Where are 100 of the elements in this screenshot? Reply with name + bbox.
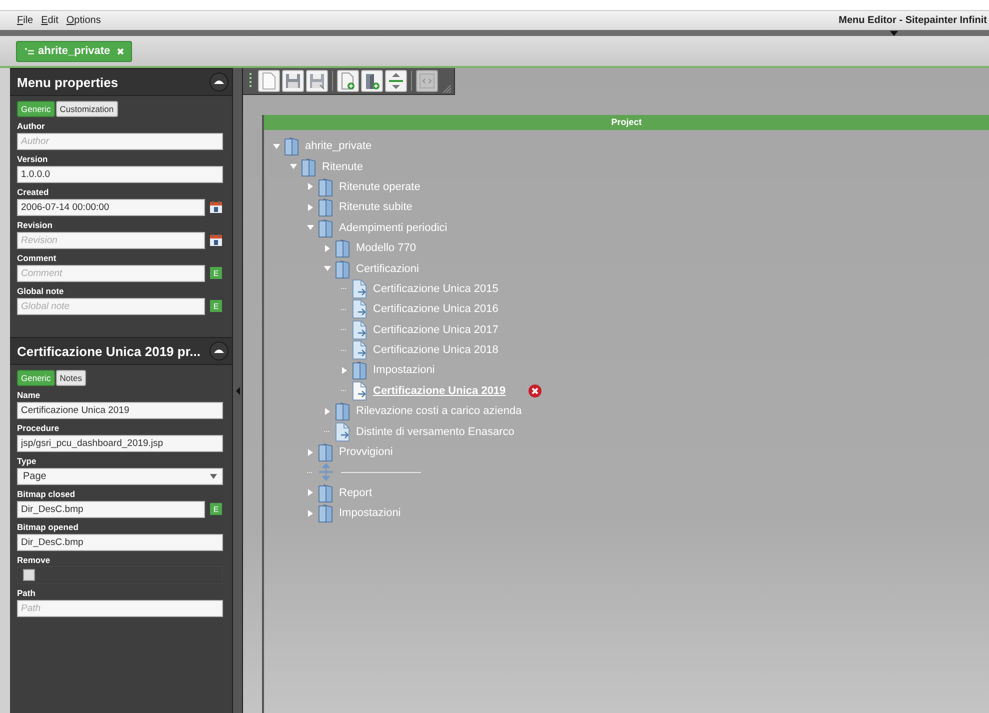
expanded-arrow-icon[interactable] bbox=[273, 142, 280, 150]
calendar-icon[interactable] bbox=[210, 201, 222, 213]
edit-button[interactable]: E bbox=[210, 503, 222, 515]
save-icon[interactable] bbox=[306, 70, 328, 92]
close-icon[interactable] bbox=[117, 48, 124, 54]
tree-item[interactable]: Certificazione Unica 2019 bbox=[373, 384, 506, 397]
tree-item[interactable]: Ritenute subite bbox=[339, 201, 412, 214]
tree-icon bbox=[25, 48, 34, 54]
page-icon bbox=[351, 299, 368, 320]
tree-item[interactable]: Certificazione Unica 2017 bbox=[373, 324, 498, 336]
folder-icon bbox=[334, 401, 351, 422]
grip-icon[interactable] bbox=[249, 73, 252, 89]
input-field[interactable]: Revision bbox=[17, 232, 205, 248]
resize-grip-icon[interactable] bbox=[443, 85, 451, 93]
tree-item[interactable]: Distinte di versamento Enasarco bbox=[356, 426, 514, 438]
tree-item[interactable]: ahrite_private bbox=[305, 140, 372, 152]
page-icon bbox=[334, 422, 351, 442]
add-folder-icon[interactable] bbox=[361, 70, 383, 92]
folder-icon bbox=[317, 503, 334, 524]
calendar-icon[interactable] bbox=[210, 234, 222, 246]
panel-header: Project bbox=[264, 115, 989, 130]
menu-item[interactable]: Options bbox=[66, 15, 101, 26]
input-field[interactable]: Comment bbox=[17, 264, 205, 282]
caret-icon[interactable] bbox=[210, 474, 217, 478]
folder-icon bbox=[334, 258, 351, 279]
code-icon[interactable] bbox=[416, 70, 438, 92]
input-field[interactable]: 2006-07-14 00:00:00 bbox=[17, 198, 205, 216]
input-field[interactable]: Certificazione Unica 2019 bbox=[17, 402, 223, 418]
checkbox[interactable] bbox=[23, 569, 35, 581]
tab[interactable]: Generic bbox=[17, 101, 55, 117]
folder-icon bbox=[317, 442, 334, 462]
field-label: Comment bbox=[17, 253, 58, 264]
add-page-icon[interactable] bbox=[337, 70, 359, 92]
tree-item[interactable]: Adempimenti periodici bbox=[339, 222, 448, 234]
separator-icon[interactable] bbox=[385, 70, 407, 92]
field-label: Bitmap closed bbox=[17, 489, 76, 500]
input-field[interactable]: Path bbox=[17, 600, 223, 616]
delete-icon[interactable] bbox=[528, 384, 542, 398]
input-field[interactable]: Dir_DesC.bmp bbox=[17, 500, 205, 518]
tree-item[interactable]: Certificazione Unica 2018 bbox=[373, 344, 498, 356]
new-document-icon[interactable] bbox=[258, 70, 280, 92]
tree-item[interactable]: Provvigioni bbox=[339, 446, 393, 458]
tree-item[interactable]: Impostazioni bbox=[373, 364, 435, 376]
tab[interactable]: Generic bbox=[17, 370, 55, 386]
tab[interactable]: Notes bbox=[56, 370, 86, 386]
collapsed-arrow-icon[interactable] bbox=[307, 448, 314, 456]
save-icon[interactable] bbox=[282, 70, 304, 92]
dropdown[interactable]: Page bbox=[17, 468, 223, 484]
tree-item[interactable]: Modello 770 bbox=[356, 242, 416, 254]
field-label: Type bbox=[17, 456, 38, 467]
input-field[interactable]: jsp/gsri_pcu_dashboard_2019.jsp bbox=[17, 434, 223, 452]
field-label: Global note bbox=[17, 286, 65, 297]
input-field[interactable]: 1.0.0.0 bbox=[17, 166, 223, 182]
page-icon bbox=[351, 278, 368, 299]
document-tab[interactable]: ahrite_private bbox=[16, 40, 132, 62]
collapse-icon[interactable] bbox=[209, 72, 229, 92]
page-icon bbox=[351, 340, 368, 360]
folder-icon bbox=[351, 360, 368, 380]
collapsed-arrow-icon[interactable] bbox=[307, 204, 314, 211]
tree-item[interactable]: Rilevazione costi a carico azienda bbox=[356, 405, 522, 418]
field-label: Procedure bbox=[17, 423, 60, 434]
caret-icon[interactable] bbox=[236, 386, 240, 394]
tree-item[interactable]: Impostazioni bbox=[339, 507, 401, 520]
field-label: Version bbox=[17, 154, 49, 165]
menu-item[interactable]: File bbox=[17, 15, 34, 26]
input-field[interactable]: Global note bbox=[17, 298, 205, 314]
tree-item[interactable]: Report bbox=[339, 486, 372, 499]
menu-item[interactable]: Edit bbox=[41, 15, 58, 26]
expanded-arrow-icon[interactable] bbox=[307, 224, 314, 232]
edit-button[interactable]: E bbox=[210, 300, 222, 312]
folder-icon bbox=[334, 238, 351, 258]
panel-title: Certificazione Unica 2019 pr... bbox=[17, 344, 201, 358]
tree-item[interactable]: Ritenute bbox=[322, 160, 363, 173]
collapsed-arrow-icon[interactable] bbox=[307, 183, 314, 190]
field-label: Name bbox=[17, 390, 42, 401]
tree-item[interactable]: Ritenute operate bbox=[339, 180, 420, 193]
edit-button[interactable]: E bbox=[210, 267, 222, 279]
collapsed-arrow-icon[interactable] bbox=[307, 489, 314, 496]
folder-icon bbox=[283, 136, 300, 156]
collapsed-arrow-icon[interactable] bbox=[324, 408, 331, 415]
folder-icon bbox=[317, 218, 334, 238]
tree-item[interactable]: Certificazione Unica 2015 bbox=[373, 282, 498, 295]
field-label: Path bbox=[17, 588, 36, 599]
tree-item[interactable]: Certificazione Unica 2016 bbox=[373, 303, 498, 316]
collapsed-arrow-icon[interactable] bbox=[324, 244, 331, 252]
field-label: Author bbox=[17, 121, 46, 132]
field-label: Bitmap opened bbox=[17, 522, 80, 533]
window-title: Menu Editor - Sitepainter Infinit bbox=[838, 15, 988, 26]
expanded-arrow-icon[interactable] bbox=[324, 265, 331, 272]
collapsed-arrow-icon[interactable] bbox=[341, 366, 348, 374]
folder-icon bbox=[317, 482, 334, 503]
collapse-icon[interactable] bbox=[209, 341, 229, 361]
page-icon bbox=[351, 380, 368, 401]
collapsed-arrow-icon[interactable] bbox=[307, 510, 314, 517]
input-field[interactable]: Dir_DesC.bmp bbox=[17, 534, 223, 550]
separator-icon bbox=[317, 462, 334, 482]
page-icon bbox=[351, 320, 368, 340]
expanded-arrow-icon[interactable] bbox=[290, 163, 297, 170]
tab[interactable]: Customization bbox=[56, 101, 118, 117]
tree-item[interactable]: Certificazioni bbox=[356, 262, 419, 275]
